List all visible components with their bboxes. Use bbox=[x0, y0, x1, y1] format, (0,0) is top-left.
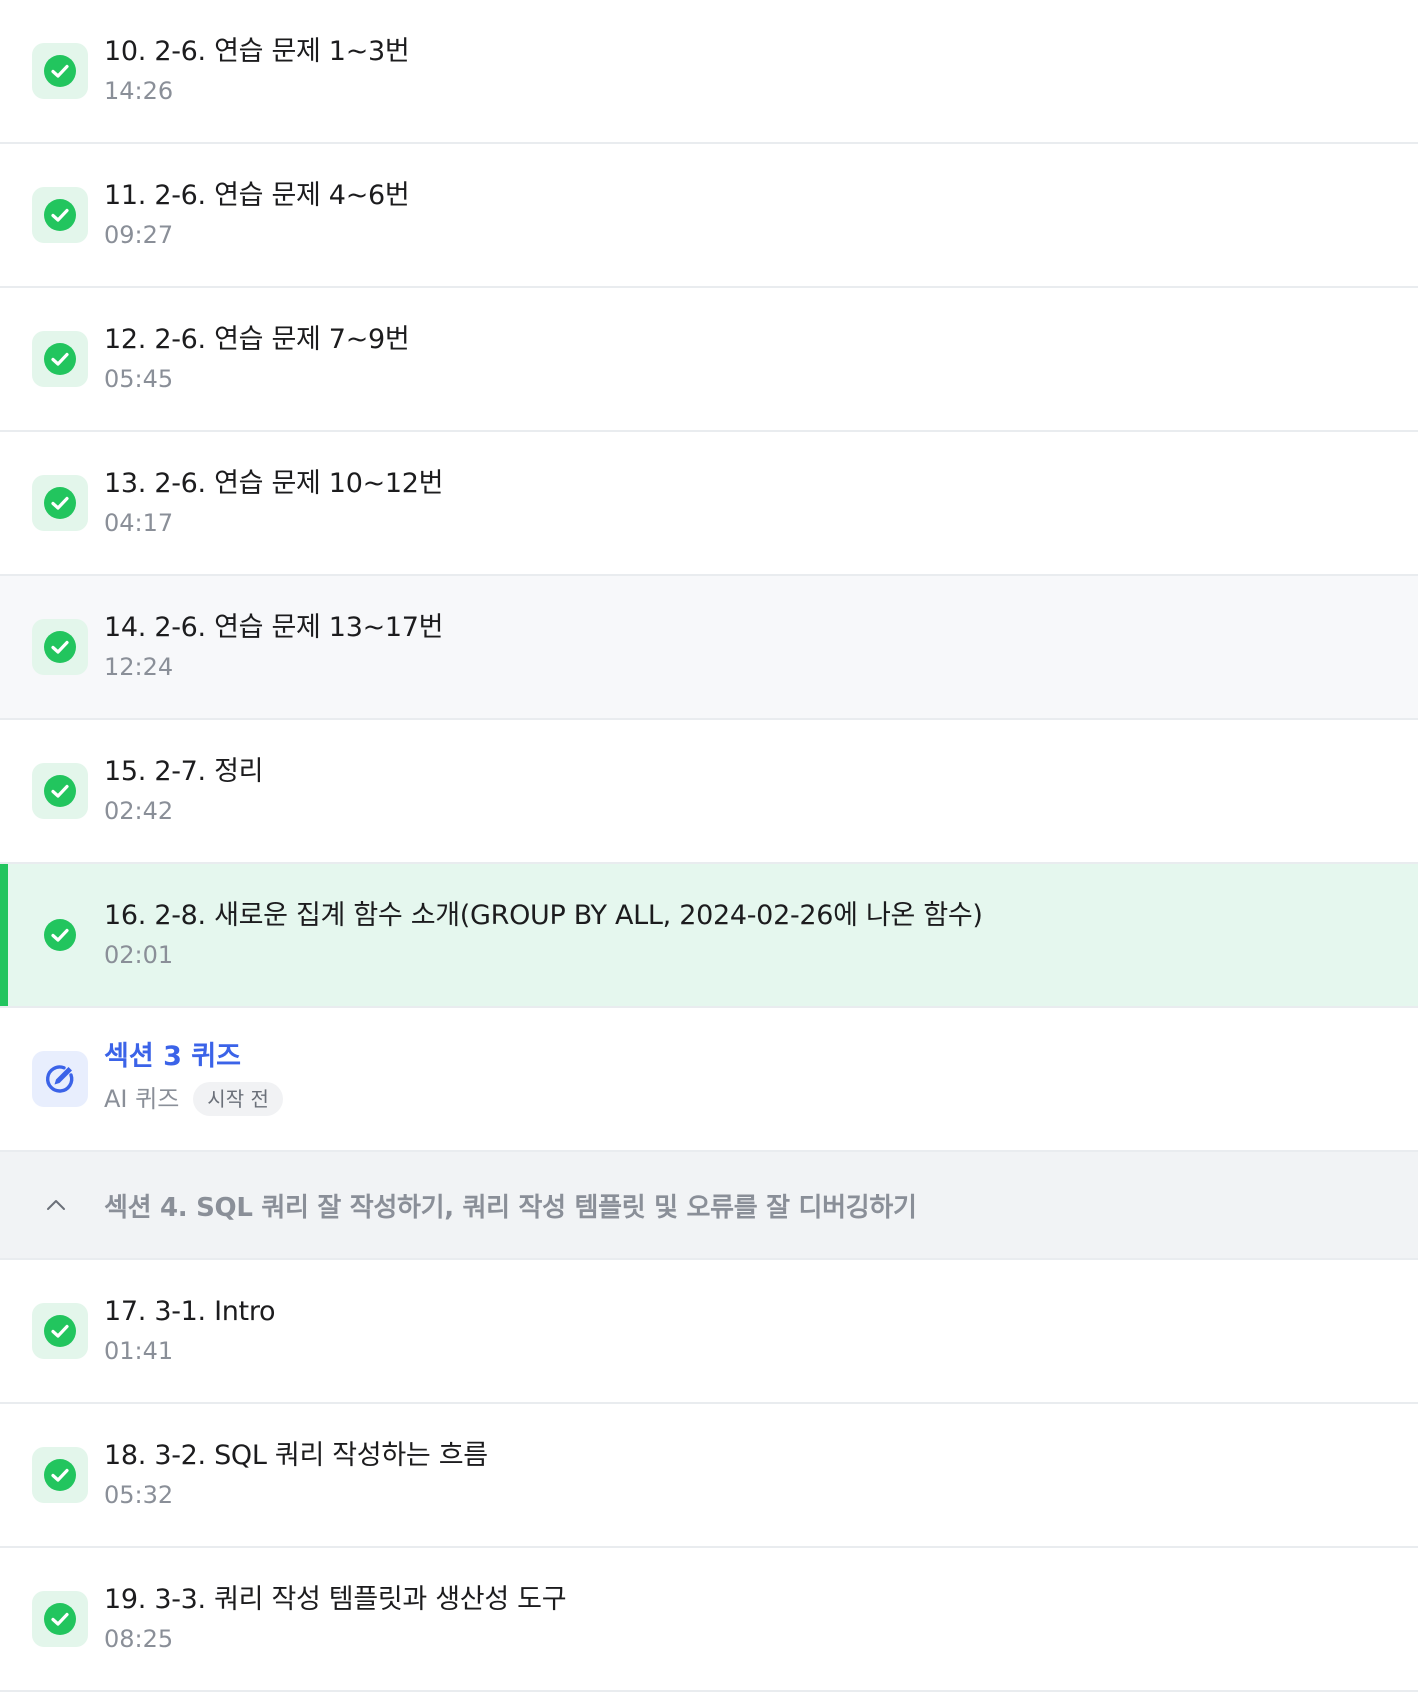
lesson-title: 16. 2-8. 새로운 집계 함수 소개(GROUP BY ALL, 2024… bbox=[104, 900, 983, 931]
lesson-duration: 01:41 bbox=[104, 1337, 174, 1365]
lesson-duration: 05:45 bbox=[104, 365, 174, 393]
lesson-duration: 14:26 bbox=[104, 77, 174, 105]
lesson-row[interactable]: 11. 2-6. 연습 문제 4~6번 09:27 bbox=[0, 144, 1418, 288]
lesson-duration: 12:24 bbox=[104, 653, 174, 681]
quiz-row[interactable]: 섹션 3 퀴즈 AI 퀴즈 시작 전 bbox=[0, 1008, 1418, 1152]
lesson-duration: 02:42 bbox=[104, 797, 174, 825]
check-circle-icon bbox=[32, 763, 88, 819]
lesson-title: 17. 3-1. Intro bbox=[104, 1296, 276, 1327]
quiz-edit-icon bbox=[32, 1051, 88, 1107]
lesson-row[interactable]: 17. 3-1. Intro 01:41 bbox=[0, 1260, 1418, 1404]
lesson-row[interactable]: 12. 2-6. 연습 문제 7~9번 05:45 bbox=[0, 288, 1418, 432]
lesson-row-hovered[interactable]: 14. 2-6. 연습 문제 13~17번 12:24 bbox=[0, 576, 1418, 720]
check-circle-icon bbox=[32, 907, 88, 963]
lesson-title: 13. 2-6. 연습 문제 10~12번 bbox=[104, 468, 444, 499]
lesson-row-current[interactable]: 16. 2-8. 새로운 집계 함수 소개(GROUP BY ALL, 2024… bbox=[0, 864, 1418, 1008]
check-circle-icon bbox=[32, 475, 88, 531]
lesson-row[interactable]: 15. 2-7. 정리 02:42 bbox=[0, 720, 1418, 864]
lesson-row[interactable]: 10. 2-6. 연습 문제 1~3번 14:26 bbox=[0, 0, 1418, 144]
check-circle-icon bbox=[32, 43, 88, 99]
lesson-title: 12. 2-6. 연습 문제 7~9번 bbox=[104, 324, 410, 355]
lesson-duration: 04:17 bbox=[104, 509, 174, 537]
lesson-duration: 02:01 bbox=[104, 941, 174, 969]
chevron-up-icon[interactable] bbox=[42, 1191, 70, 1219]
lesson-title: 10. 2-6. 연습 문제 1~3번 bbox=[104, 36, 410, 67]
check-circle-icon bbox=[32, 187, 88, 243]
quiz-type-label: AI 퀴즈 bbox=[104, 1085, 180, 1113]
curriculum-list: 10. 2-6. 연습 문제 1~3번 14:26 11. 2-6. 연습 문제… bbox=[0, 0, 1418, 1692]
lesson-title: 19. 3-3. 쿼리 작성 템플릿과 생산성 도구 bbox=[104, 1584, 567, 1615]
check-circle-icon bbox=[32, 1591, 88, 1647]
lesson-title: 11. 2-6. 연습 문제 4~6번 bbox=[104, 180, 410, 211]
lesson-title: 14. 2-6. 연습 문제 13~17번 bbox=[104, 612, 444, 643]
lesson-title: 15. 2-7. 정리 bbox=[104, 756, 264, 787]
section-title: 섹션 4. SQL 쿼리 잘 작성하기, 쿼리 작성 템플릿 및 오류를 잘 디… bbox=[104, 1192, 917, 1223]
lesson-row[interactable]: 19. 3-3. 쿼리 작성 템플릿과 생산성 도구 08:25 bbox=[0, 1548, 1418, 1692]
status-badge: 시작 전 bbox=[193, 1082, 283, 1116]
lesson-duration: 08:25 bbox=[104, 1625, 174, 1653]
check-circle-icon bbox=[32, 331, 88, 387]
check-circle-icon bbox=[32, 1447, 88, 1503]
lesson-row[interactable]: 18. 3-2. SQL 쿼리 작성하는 흐름 05:32 bbox=[0, 1404, 1418, 1548]
lesson-duration: 05:32 bbox=[104, 1481, 174, 1509]
section-header[interactable]: 섹션 4. SQL 쿼리 잘 작성하기, 쿼리 작성 템플릿 및 오류를 잘 디… bbox=[0, 1152, 1418, 1260]
lesson-duration: 09:27 bbox=[104, 221, 174, 249]
quiz-title: 섹션 3 퀴즈 bbox=[104, 1041, 241, 1072]
check-circle-icon bbox=[32, 619, 88, 675]
lesson-title: 18. 3-2. SQL 쿼리 작성하는 흐름 bbox=[104, 1440, 488, 1471]
check-circle-icon bbox=[32, 1303, 88, 1359]
lesson-row[interactable]: 13. 2-6. 연습 문제 10~12번 04:17 bbox=[0, 432, 1418, 576]
